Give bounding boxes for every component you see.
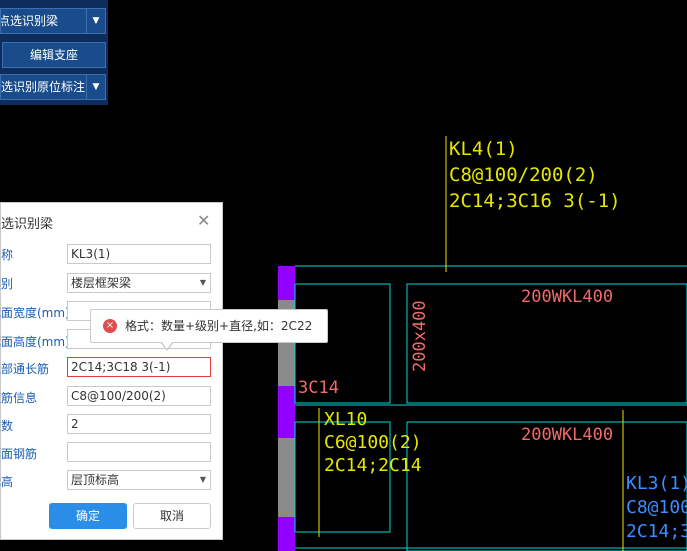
chevron-down-icon[interactable]: ▼ (86, 75, 105, 99)
legs-field[interactable]: 2 (67, 414, 211, 434)
format-tooltip: × 格式：数量+级别+直径,如：2C22 (90, 309, 328, 343)
kl3-rebar: 2C14;3C (626, 521, 687, 542)
toolbar-panel: 点选识别梁 ▼ 编辑支座 点选识别原位标注 ▼ (0, 0, 108, 105)
label-top-rebar: 上部通长筋 (0, 362, 50, 376)
label-category: 类别 (0, 277, 14, 291)
kl4-name: KL4(1) (449, 138, 518, 160)
dialog-title: 点选识别梁 (0, 217, 54, 232)
label-height: 截面高度(mm) (0, 335, 70, 349)
chevron-down-icon: ▼ (199, 278, 206, 287)
point-identify-beam-label: 点选识别梁 (0, 14, 59, 28)
category-value: 楼层框架梁 (71, 276, 132, 290)
identify-beam-dialog: 点选识别梁 ✕ 名称 KL3(1) 类别 楼层框架梁 ▼ 截面宽度(mm) 截面… (0, 202, 223, 540)
column-segment-2 (278, 386, 295, 438)
point-identify-annotation-button[interactable]: 点选识别原位标注 ▼ (0, 74, 106, 100)
edit-support-label: 编辑支座 (29, 48, 78, 62)
tooltip-text: 格式：数量+级别+直径,如：2C22 (125, 319, 313, 333)
elevation-value: 层顶标高 (71, 473, 120, 487)
point-identify-beam-button[interactable]: 点选识别梁 ▼ (0, 8, 106, 34)
close-icon[interactable]: ✕ (197, 211, 210, 230)
top-rebar-field[interactable]: 2C14;3C18 3(-1) (67, 357, 211, 377)
tooltip-arrow-fill (161, 341, 173, 349)
point-identify-annotation-label: 点选识别原位标注 (1, 80, 86, 94)
stirrup-field[interactable]: C8@100/200(2) (67, 386, 211, 406)
size-vertical-label: 200x400 (410, 300, 430, 372)
edit-support-button[interactable]: 编辑支座 (2, 42, 106, 68)
kl3-name: KL3(1) (626, 473, 687, 494)
left-rebar-label: 3C14 (298, 378, 339, 398)
elevation-select[interactable]: 层顶标高 ▼ (67, 470, 211, 490)
label-legs: 肢数 (0, 419, 14, 433)
chevron-down-icon[interactable]: ▼ (86, 9, 105, 33)
side-rebar-field[interactable] (67, 442, 211, 462)
error-icon: × (103, 319, 117, 333)
label-width: 截面宽度(mm) (0, 306, 70, 320)
wkl-label-mid: 200WKL400 (521, 425, 614, 445)
label-name: 名称 (0, 248, 14, 262)
xl10-stirrup: C6@100(2) (324, 432, 422, 453)
kl4-rebar: 2C14;3C16 3(-1) (449, 190, 621, 212)
label-side-rebar: 侧面钢筋 (0, 447, 38, 461)
kl4-stirrup: C8@100/200(2) (449, 164, 598, 186)
xl10-annotation: XL10 C6@100(2) 2C14;2C14 (324, 408, 422, 477)
chevron-down-icon: ▼ (199, 475, 206, 484)
label-stirrup: 箍筋信息 (0, 391, 38, 405)
name-field[interactable]: KL3(1) (67, 244, 211, 264)
category-select[interactable]: 楼层框架梁 ▼ (67, 273, 211, 293)
kl3-annotation: KL3(1) C8@100/ 2C14;3C (626, 472, 687, 544)
wkl-label-top: 200WKL400 (521, 287, 614, 307)
kl4-annotation: KL4(1) C8@100/200(2) 2C14;3C16 3(-1) (449, 136, 621, 214)
label-elevation: 标高 (0, 475, 14, 489)
column-segment-1 (278, 266, 295, 300)
xl10-rebar: 2C14;2C14 (324, 455, 422, 476)
xl10-name: XL10 (324, 409, 368, 430)
kl3-stirrup: C8@100/ (626, 497, 687, 518)
cancel-button[interactable]: 取消 (133, 503, 211, 529)
ok-button[interactable]: 确定 (49, 503, 127, 529)
column-segment-3 (278, 517, 295, 551)
